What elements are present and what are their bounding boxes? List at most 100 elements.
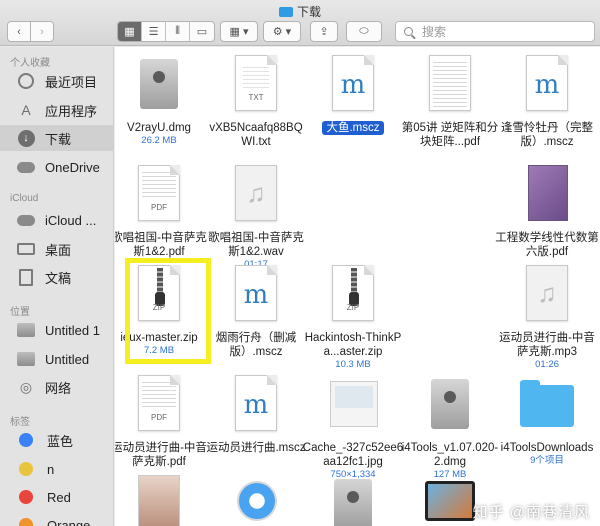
disk-image-icon: [132, 53, 186, 117]
network-icon: ◎: [19, 378, 33, 395]
file-ext-label: ZIP: [346, 303, 360, 312]
file-name: vXB5Ncaafq88BQWI.txt: [209, 122, 303, 148]
forward-button[interactable]: ›: [30, 21, 54, 42]
file-item[interactable]: [301, 473, 405, 526]
file-item[interactable]: [115, 473, 211, 526]
sidebar-item-untitled[interactable]: Untitled: [0, 346, 113, 372]
file-item[interactable]: PDF 运动员进行曲-中音萨克斯.pdf: [115, 373, 211, 469]
sidebar-item-label: Untitled 1: [45, 322, 100, 338]
sidebar-item-documents[interactable]: 文稿: [0, 264, 113, 290]
musescore-file-icon: m: [229, 373, 283, 437]
file-name: 歌唱祖国-中音萨克斯1&2.wav: [208, 232, 304, 258]
sidebar-item-label: 蓝色: [47, 433, 74, 449]
ipad-image-icon: [423, 473, 477, 526]
gallery-icon: ▭: [196, 26, 208, 38]
cloud-icon: [17, 158, 35, 176]
audio-file-icon: ♫: [229, 163, 283, 227]
file-item[interactable]: i4ToolsDownloads 9个项目: [495, 373, 599, 467]
musescore-file-icon: m: [326, 53, 380, 117]
text-file-icon: TXT: [229, 53, 283, 117]
file-meta: 01:26: [535, 359, 559, 370]
column-view-button[interactable]: ⫴: [166, 22, 190, 41]
file-name: 歌唱祖国-中音萨克斯1&2.pdf: [115, 232, 207, 258]
highlight-box: [125, 258, 211, 364]
tag-icon: ⬭: [359, 25, 369, 37]
search-input[interactable]: 搜索: [395, 21, 595, 42]
grid-icon: ▦: [124, 26, 135, 38]
disk-icon: [17, 321, 35, 339]
sidebar-item-label: n: [47, 461, 55, 477]
file-name: 运动员进行曲.mscz: [206, 442, 306, 454]
pdf-thumbnail-icon: [423, 53, 477, 117]
sidebar-item-applications[interactable]: A 应用程序: [0, 97, 113, 123]
file-item[interactable]: m 烟雨行舟（删减版）.mscz: [204, 263, 308, 359]
file-name: 逢雪怜牡丹（完整版）.mscz: [501, 122, 593, 148]
file-item[interactable]: ♫ 运动员进行曲-中音萨克斯.mp3 01:26: [495, 263, 599, 371]
file-item[interactable]: m 大鱼.mscz: [301, 53, 405, 135]
sidebar-item-label: Orange: [47, 517, 91, 526]
book-cover-icon: [520, 163, 574, 227]
sidebar-item-tag-red[interactable]: Red: [0, 484, 113, 510]
columns-icon: ⫴: [175, 25, 180, 37]
icon-view-button[interactable]: ▦: [118, 22, 142, 41]
sidebar-item-label: OneDrive: [45, 159, 100, 175]
disk-icon: [17, 350, 35, 368]
chevron-left-icon: ‹: [17, 25, 21, 38]
folder-icon: [278, 7, 293, 17]
gear-icon: ⚙ ▾: [272, 26, 292, 38]
title-bar: 下载 ‹ › ▦ ☰ ⫴ ▭ ▦ ▾ ⚙ ▾ ⇪ ⬭ 搜索: [0, 0, 600, 46]
gallery-view-button[interactable]: ▭: [190, 22, 214, 41]
action-button[interactable]: ⚙ ▾: [263, 21, 301, 42]
file-item[interactable]: PDF 歌唱祖国-中音萨克斯1&2.pdf: [115, 163, 211, 259]
file-item[interactable]: V2rayU.dmg 26.2 MB: [115, 53, 211, 147]
search-icon: [404, 27, 413, 36]
document-icon: [17, 268, 35, 286]
sidebar-item-label: 网络: [45, 380, 72, 396]
file-name: Cache_-327c52ee6aa12fc1.jpg: [302, 442, 404, 468]
share-button[interactable]: ⇪: [310, 21, 338, 42]
file-meta: 10.3 MB: [335, 359, 371, 370]
view-mode-control[interactable]: ▦ ☰ ⫴ ▭: [117, 21, 215, 42]
list-view-button[interactable]: ☰: [142, 22, 166, 41]
disk-image-icon: [326, 473, 380, 526]
file-item[interactable]: 工程数学线性代数第六版.pdf: [495, 163, 599, 259]
file-item[interactable]: 第05讲 逆矩阵和分块矩阵...pdf: [398, 53, 502, 149]
file-item[interactable]: Cache_-327c52ee6aa12fc1.jpg 750×1,334: [301, 373, 405, 481]
sidebar-item-label: 最近项目: [45, 74, 98, 90]
chevron-right-icon: ›: [40, 25, 44, 38]
tag-button[interactable]: ⬭: [346, 21, 382, 42]
sidebar-item-label: 下载: [45, 131, 72, 147]
sidebar-item-label: 桌面: [45, 242, 72, 258]
sidebar-item-tag-orange[interactable]: Orange: [0, 512, 113, 526]
file-ext-label: PDF: [151, 203, 167, 212]
file-item[interactable]: ZIP Hackintosh-ThinkPa...aster.zip 10.3 MB: [301, 263, 405, 371]
sidebar-item-desktop[interactable]: 桌面: [0, 236, 113, 262]
back-button[interactable]: ‹: [7, 21, 31, 42]
file-item[interactable]: m 运动员进行曲.mscz: [204, 373, 308, 455]
sidebar-item-recents[interactable]: 最近项目: [0, 68, 113, 94]
sidebar-item-untitled-1[interactable]: Untitled 1: [0, 317, 113, 343]
search-placeholder: 搜索: [422, 25, 447, 39]
file-item[interactable]: TXT vXB5Ncaafq88BQWI.txt: [204, 53, 308, 149]
file-item[interactable]: ♫歌唱祖国-中音萨克斯1&2.wav01:17: [204, 163, 308, 271]
file-item[interactable]: [204, 473, 308, 526]
file-item[interactable]: m 逢雪怜牡丹（完整版）.mscz: [495, 53, 599, 149]
file-item[interactable]: i4Tools_v1.07.020-2.dmg 127 MB: [398, 373, 502, 481]
file-name: Hackintosh-ThinkPa...aster.zip: [304, 332, 402, 358]
audio-file-icon: ♫: [520, 263, 574, 327]
sidebar-item-onedrive[interactable]: OneDrive: [0, 154, 113, 180]
sidebar-item-tag-blue[interactable]: 蓝色: [0, 427, 113, 453]
cloud-icon: [17, 211, 35, 229]
group-button[interactable]: ▦ ▾: [220, 21, 258, 42]
sidebar-item-network[interactable]: ◎ 网络: [0, 374, 113, 400]
sidebar-item-label: Red: [47, 489, 71, 505]
icloud-header: iCloud: [10, 193, 39, 204]
sidebar-item-icloud-drive[interactable]: iCloud ...: [0, 207, 113, 233]
group-icon: ▦ ▾: [229, 26, 249, 38]
file-meta: 9个项目: [530, 455, 564, 466]
sidebar-item-downloads[interactable]: ↓ 下载: [0, 125, 113, 151]
pdf-file-icon: PDF: [132, 163, 186, 227]
file-ext-label: PDF: [151, 413, 167, 422]
sidebar-item-tag-n[interactable]: n: [0, 456, 113, 482]
file-name: 第05讲 逆矩阵和分块矩阵...pdf: [401, 122, 499, 148]
